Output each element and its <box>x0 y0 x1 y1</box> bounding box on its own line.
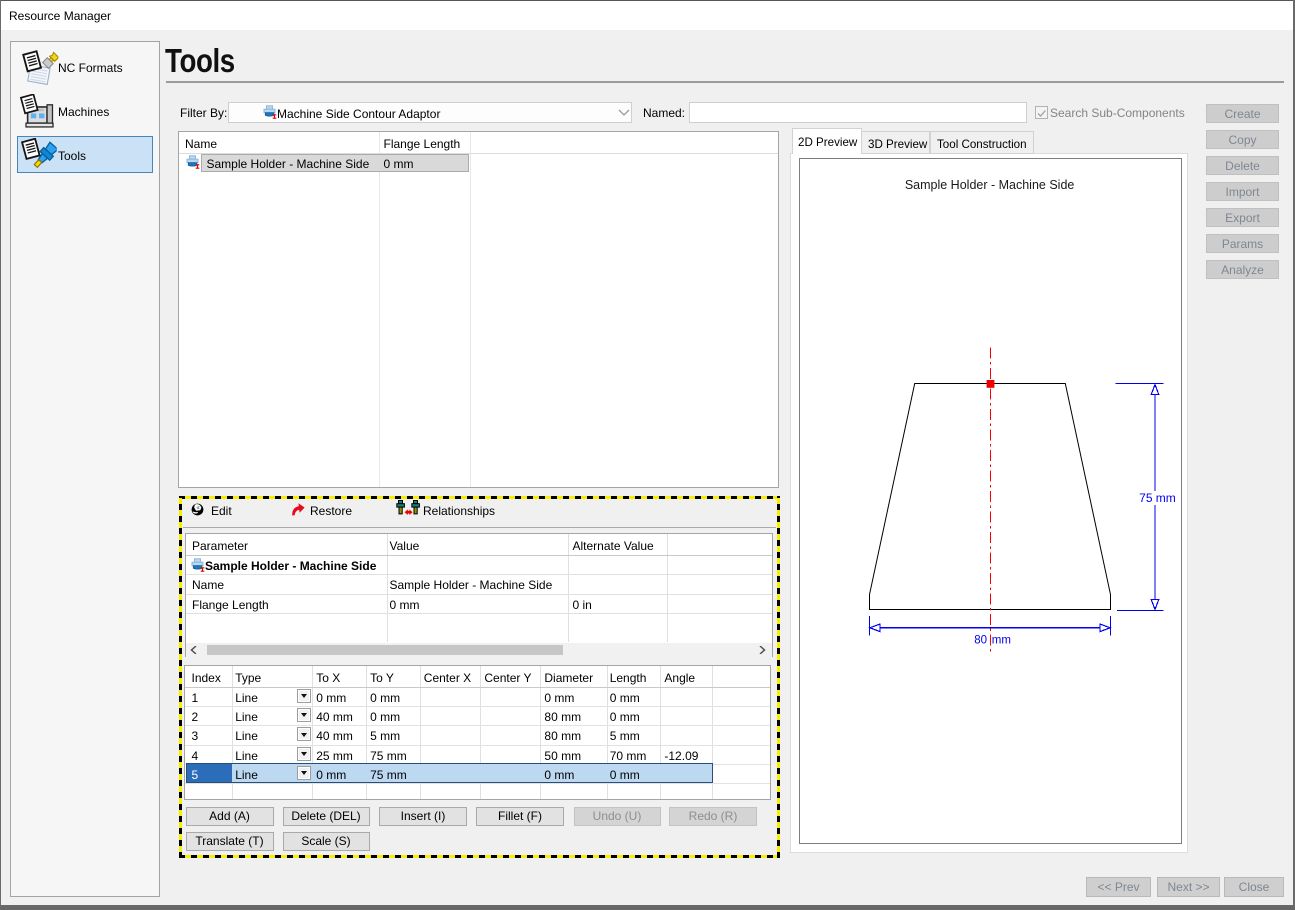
svg-text:Sample Holder - Machine Side: Sample Holder - Machine Side <box>905 178 1075 192</box>
svg-text:80: 80 <box>974 635 987 647</box>
svg-text:75: 75 <box>1139 491 1153 505</box>
svg-text:mm: mm <box>1156 491 1176 505</box>
svg-text:mm: mm <box>992 635 1011 647</box>
